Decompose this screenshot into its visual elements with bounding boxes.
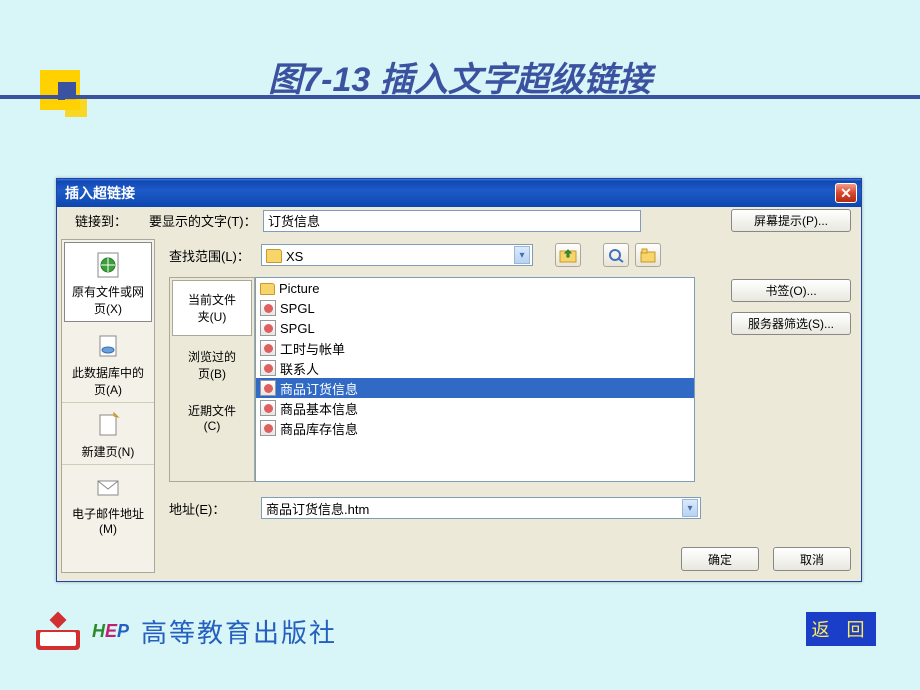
file-list[interactable]: Picture SPGL SPGL 工时与帐单 联系人 商品订货信息 商品基本信… (255, 277, 695, 482)
list-item[interactable]: Picture (256, 278, 694, 298)
address-combo[interactable]: 商品订货信息.htm ▾ (261, 497, 701, 519)
address-label: 地址(E)： (169, 499, 255, 518)
bookmark-button[interactable]: 书签(O)... (731, 279, 851, 302)
folder-icon (260, 283, 275, 295)
page-icon (260, 360, 276, 376)
publisher-name: 高等教育出版社 (141, 613, 337, 650)
list-item[interactable]: 联系人 (256, 358, 694, 378)
file-name: 联系人 (280, 359, 319, 378)
new-page-icon (92, 409, 124, 441)
up-folder-button[interactable] (555, 243, 581, 267)
link-to-item-label: 此数据库中的 页(A) (64, 364, 152, 398)
hep-text: HEP (92, 621, 129, 642)
link-to-item-label: 新建页(N) (64, 443, 152, 460)
link-to-sidebar: 原有文件或网 页(X) 此数据库中的 页(A) 新建页(N) 电子邮件地址 (M… (61, 239, 155, 573)
slide-title: 图7-13 插入文字超级链接 (0, 52, 920, 101)
chevron-down-icon: ▾ (682, 499, 698, 517)
dialog-footer: 确定 取消 (681, 547, 851, 571)
link-to-item-label: 原有文件或网 页(X) (67, 283, 149, 317)
file-web-icon (92, 249, 124, 281)
link-to-item-label: 电子邮件地址 (M) (64, 505, 152, 536)
address-value: 商品订货信息.htm (266, 499, 369, 518)
link-to-label: 链接到： (75, 211, 143, 230)
list-item[interactable]: 工时与帐单 (256, 338, 694, 358)
cancel-button[interactable]: 取消 (773, 547, 851, 571)
close-button[interactable]: ✕ (835, 183, 857, 203)
file-name: 工时与帐单 (280, 339, 345, 358)
email-icon (92, 471, 124, 503)
link-to-new-page[interactable]: 新建页(N) (62, 403, 154, 465)
folder-icon (266, 249, 282, 263)
page-icon (260, 300, 276, 316)
dialog-titlebar: 插入超链接 ✕ (57, 179, 861, 207)
display-text-input[interactable] (263, 210, 641, 232)
page-icon (260, 340, 276, 356)
browse-web-button[interactable] (603, 243, 629, 267)
page-icon (260, 400, 276, 416)
display-text-label: 要显示的文字(T)： (149, 211, 257, 230)
hep-logo-icon (36, 614, 80, 650)
back-button[interactable]: 返 回 (806, 612, 876, 646)
display-text-row: 链接到： 要显示的文字(T)： 屏幕提示(P)... (75, 209, 851, 232)
server-filter-button[interactable]: 服务器筛选(S)... (731, 312, 851, 335)
list-item[interactable]: 商品订货信息 (256, 378, 694, 398)
tab-browsed-pages[interactable]: 浏览过的 页(B) (170, 338, 254, 392)
list-item[interactable]: SPGL (256, 298, 694, 318)
browse-file-button[interactable] (635, 243, 661, 267)
db-page-icon (92, 330, 124, 362)
tab-current-folder[interactable]: 当前文件 夹(U) (172, 280, 252, 336)
browse-tabs: 当前文件 夹(U) 浏览过的 页(B) 近期文件 (C) (169, 277, 255, 482)
link-to-db-page[interactable]: 此数据库中的 页(A) (62, 324, 154, 403)
page-icon (260, 380, 276, 396)
list-item[interactable]: 商品库存信息 (256, 418, 694, 438)
file-name: Picture (279, 281, 319, 296)
file-name: 商品基本信息 (280, 399, 358, 418)
screen-tip-button[interactable]: 屏幕提示(P)... (731, 209, 851, 232)
look-in-row: 查找范围(L)： XS ▾ (169, 243, 851, 267)
look-in-label: 查找范围(L)： (169, 246, 255, 265)
tab-recent-files[interactable]: 近期文件 (C) (170, 392, 254, 443)
list-item[interactable]: SPGL (256, 318, 694, 338)
file-name: 商品库存信息 (280, 419, 358, 438)
page-icon (260, 420, 276, 436)
file-name: SPGL (280, 321, 315, 336)
file-name: 商品订货信息 (280, 379, 358, 398)
dialog-title: 插入超链接 (65, 183, 135, 203)
link-to-email[interactable]: 电子邮件地址 (M) (62, 465, 154, 540)
slide-footer-logo: HEP 高等教育出版社 (36, 613, 337, 650)
page-icon (260, 320, 276, 336)
insert-hyperlink-dialog: 插入超链接 ✕ 链接到： 要显示的文字(T)： 屏幕提示(P)... 原有文件或… (56, 178, 862, 582)
file-name: SPGL (280, 301, 315, 316)
address-row: 地址(E)： 商品订货信息.htm ▾ (169, 497, 701, 519)
look-in-value: XS (286, 249, 303, 264)
look-in-combo[interactable]: XS ▾ (261, 244, 533, 266)
right-button-column: 书签(O)... 服务器筛选(S)... (731, 279, 851, 335)
list-item[interactable]: 商品基本信息 (256, 398, 694, 418)
link-to-existing-file[interactable]: 原有文件或网 页(X) (64, 242, 152, 322)
dialog-body: 链接到： 要显示的文字(T)： 屏幕提示(P)... 原有文件或网 页(X) 此… (57, 207, 861, 581)
ok-button[interactable]: 确定 (681, 547, 759, 571)
chevron-down-icon: ▾ (514, 246, 530, 264)
